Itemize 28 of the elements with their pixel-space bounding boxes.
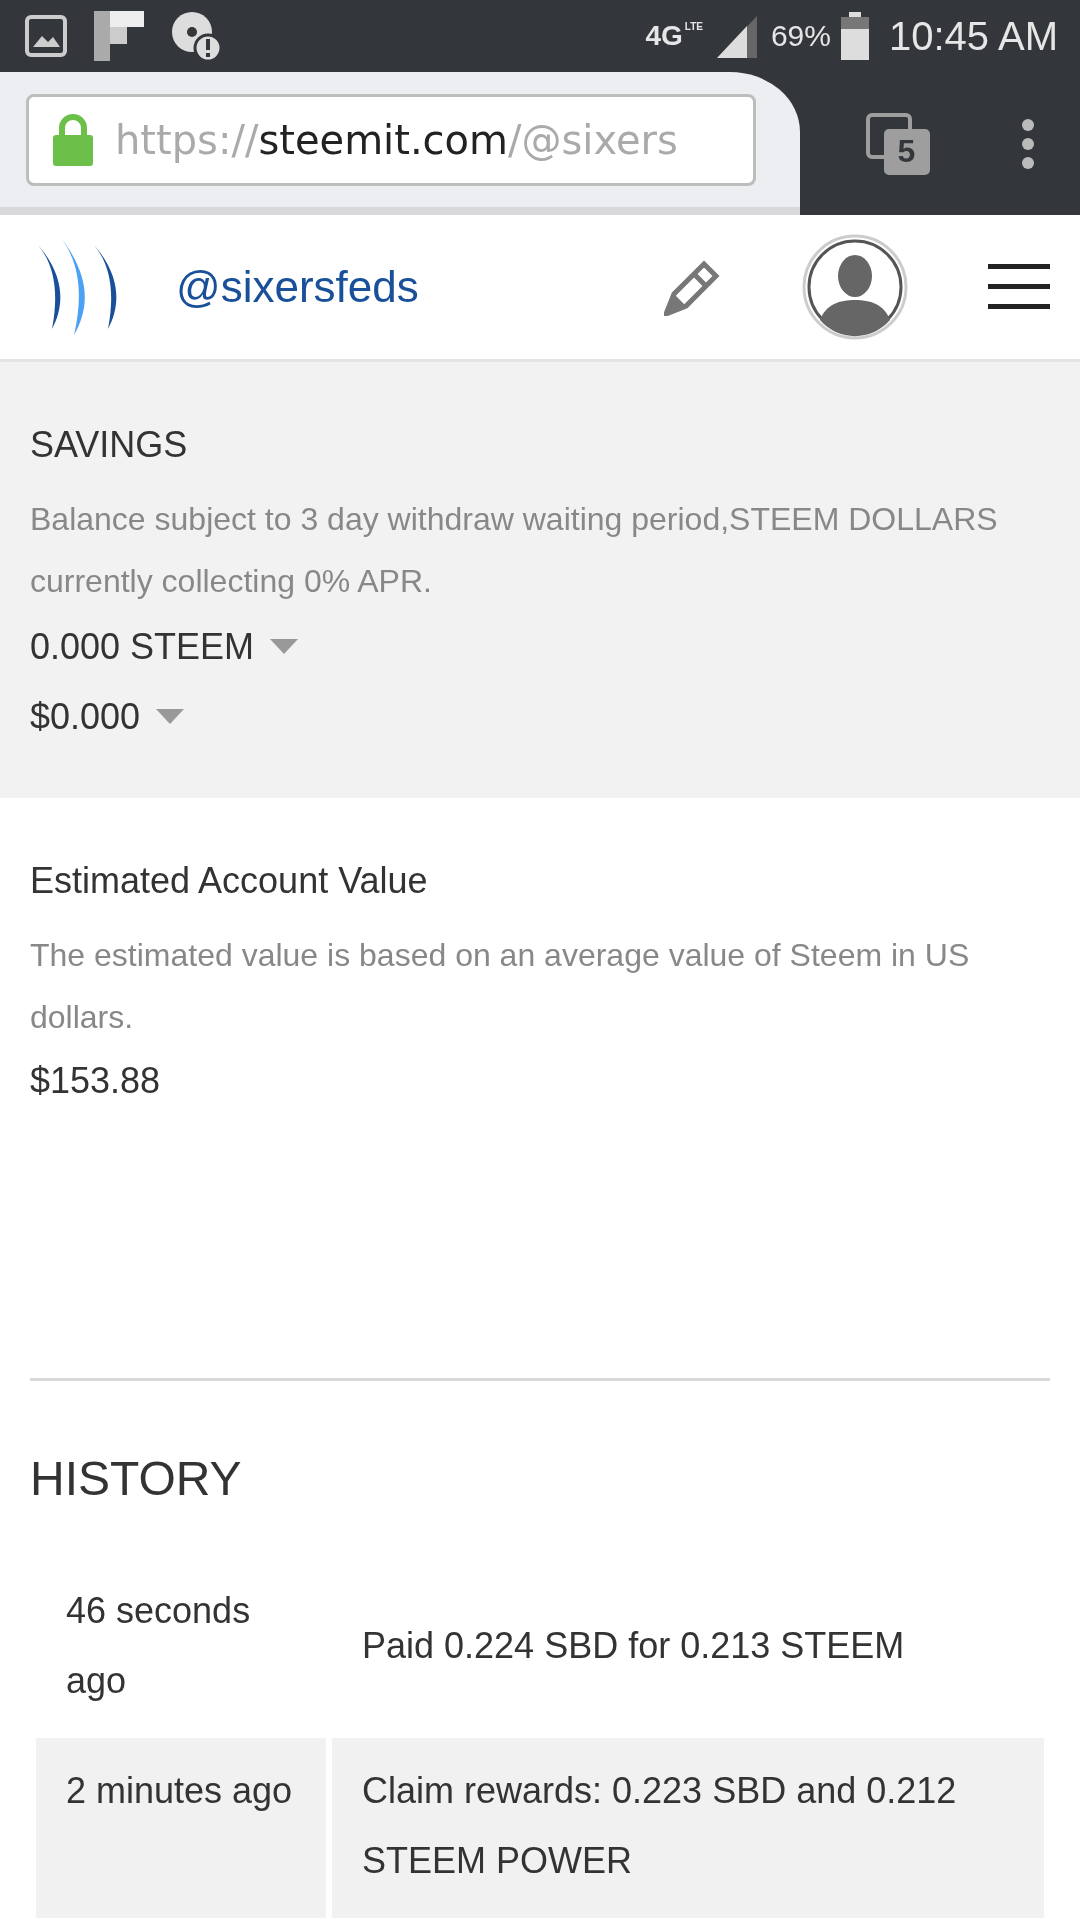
address-bar[interactable]: https://steemit.com/@sixers (26, 93, 756, 186)
balance-dropdown[interactable]: $0.000 (30, 682, 1050, 752)
pencil-icon[interactable] (664, 258, 722, 316)
disc-alert-icon (170, 10, 222, 62)
username-link[interactable]: @sixersfeds (176, 262, 664, 312)
section-title: SAVINGS (30, 424, 189, 466)
battery-percent: 69% (770, 19, 831, 53)
caret-icon (270, 639, 299, 655)
url-text: https://steemit.com/@sixers (115, 116, 678, 163)
avatar-icon[interactable] (802, 234, 908, 340)
flipboard-icon (94, 11, 144, 61)
table-cell: 2 minutes ago (36, 1738, 326, 1918)
more-icon[interactable] (1020, 117, 1035, 170)
table-cell-text: Paid 0.224 SBD for 0.213 STEEM (361, 1624, 906, 1668)
image-icon (24, 14, 68, 58)
lock-icon (53, 113, 93, 166)
section-description: Balance subject to 3 day withdraw waiting period,STEEM DOLLARS currently collecting 0% APR. (30, 500, 999, 601)
menu-icon[interactable] (988, 262, 1050, 312)
caret-icon (156, 709, 185, 725)
section-title: HISTORY (29, 1451, 243, 1507)
table-cell: Claim rewards: 0.223 SBD and 0.212 STEEM POWER (332, 1738, 1044, 1918)
section-title: Estimated Account Value (30, 860, 429, 902)
balance-dropdown[interactable]: 0.000 STEEM (30, 612, 1050, 682)
battery-icon (841, 12, 869, 60)
account-value: $153.88 (30, 1060, 162, 1102)
table-cell-text: 46 seconds ago (65, 1589, 252, 1703)
section-description: The estimated value is based on an average value of Steem in US dollars. (30, 936, 971, 1037)
clock: 10:45 AM (889, 13, 1058, 59)
